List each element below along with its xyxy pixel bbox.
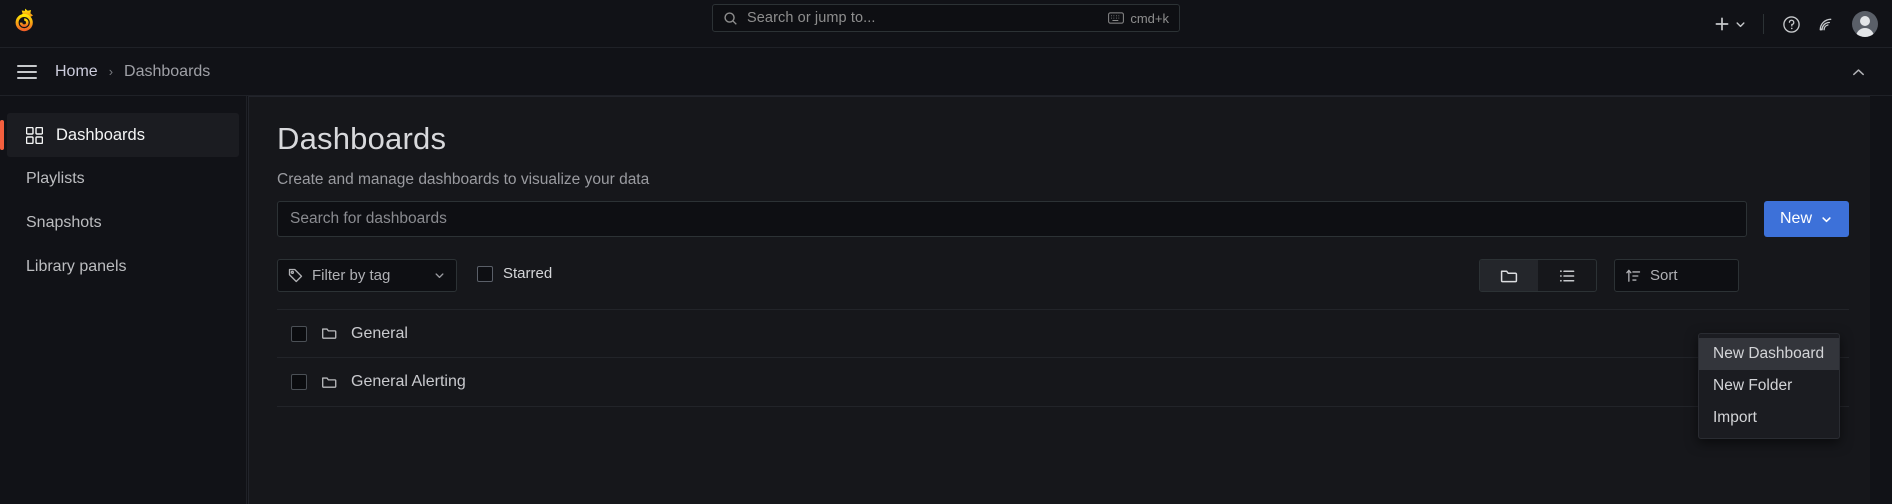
folder-icon xyxy=(321,325,338,342)
checkbox-box xyxy=(477,265,493,282)
apps-grid-icon xyxy=(26,126,43,144)
hamburger-menu-icon[interactable] xyxy=(10,55,44,89)
starred-filter-label: Starred xyxy=(503,265,553,282)
sidebar-item-label: Playlists xyxy=(26,170,85,187)
search-shortcut-label: cmd+k xyxy=(1130,10,1169,26)
keyboard-icon xyxy=(1108,12,1125,24)
menu-item-label: New Dashboard xyxy=(1713,345,1825,362)
search-input[interactable] xyxy=(277,201,1747,237)
grafana-dashboards-page: Search or jump to... cmd+k Home › Dashbo… xyxy=(0,0,1892,504)
grafana-logo-icon[interactable] xyxy=(7,3,43,39)
row-checkbox[interactable] xyxy=(291,374,307,390)
chevron-down-icon xyxy=(1734,18,1747,31)
create-new-button[interactable] xyxy=(1709,15,1753,33)
breadcrumb-item-home[interactable]: Home xyxy=(55,63,98,81)
chevron-down-icon xyxy=(1820,213,1833,226)
rss-feed-icon[interactable] xyxy=(1808,7,1842,41)
page-subtitle: Create and manage dashboards to visualiz… xyxy=(277,171,650,188)
toolbar-divider xyxy=(1763,14,1764,34)
chevron-up-icon[interactable] xyxy=(1846,60,1870,84)
tag-icon xyxy=(288,268,303,283)
top-bar-actions xyxy=(1709,0,1878,48)
search-shortcut-hint: cmd+k xyxy=(1108,11,1169,26)
tag-filter-label: Filter by tag xyxy=(312,267,391,284)
user-avatar-icon[interactable] xyxy=(1852,11,1878,37)
search-icon xyxy=(723,11,738,26)
sidebar-navigation: Dashboards Playlists Snapshots Library p… xyxy=(0,96,247,504)
view-mode-toggle xyxy=(1479,259,1597,292)
menu-item-import[interactable]: Import xyxy=(1699,402,1839,434)
table-row[interactable]: General Alerting xyxy=(277,358,1849,407)
dashboards-panel: Dashboards Create and manage dashboards … xyxy=(248,96,1870,504)
flat-list-view-icon[interactable] xyxy=(1538,260,1596,291)
sort-select[interactable]: Sort xyxy=(1614,259,1739,292)
folder-name: General xyxy=(351,324,408,342)
table-row[interactable]: General xyxy=(277,309,1849,358)
starred-filter-checkbox[interactable]: Starred xyxy=(477,265,552,282)
new-button[interactable]: New xyxy=(1763,201,1849,237)
breadcrumb-item-dashboards[interactable]: Dashboards xyxy=(124,63,210,81)
sidebar-item-dashboards[interactable]: Dashboards xyxy=(0,113,239,157)
folder-icon xyxy=(321,374,338,391)
breadcrumb-bar: Home › Dashboards xyxy=(0,48,1892,96)
page-title: Dashboards xyxy=(277,121,447,156)
global-search-placeholder: Search or jump to... xyxy=(747,10,876,26)
menu-item-label: New Folder xyxy=(1713,377,1793,394)
new-button-label: New xyxy=(1779,210,1812,227)
menu-item-label: Import xyxy=(1713,409,1757,426)
filter-row: Filter by tag Starred Sort xyxy=(277,259,1849,295)
chevron-down-icon xyxy=(433,269,446,282)
folder-name: General Alerting xyxy=(351,373,466,390)
help-circle-icon[interactable] xyxy=(1774,7,1808,41)
folder-view-icon[interactable] xyxy=(1480,260,1538,291)
tag-filter-select[interactable]: Filter by tag xyxy=(277,259,457,292)
menu-item-new-folder[interactable]: New Folder xyxy=(1699,370,1839,402)
sidebar-item-snapshots[interactable]: Snapshots xyxy=(7,201,239,245)
sort-label: Sort xyxy=(1650,267,1678,284)
new-dropdown-menu: New Dashboard New Folder Import xyxy=(1698,333,1840,439)
menu-item-new-dashboard[interactable]: New Dashboard xyxy=(1699,338,1839,370)
search-and-new-row: New xyxy=(277,201,1849,237)
dashboard-folder-list: General General Alerting xyxy=(277,309,1849,407)
sidebar-item-label: Dashboards xyxy=(56,125,145,144)
sidebar-item-label: Library panels xyxy=(26,258,127,275)
sidebar-item-playlists[interactable]: Playlists xyxy=(7,157,239,201)
global-search-bar[interactable]: Search or jump to... cmd+k xyxy=(712,4,1180,32)
row-checkbox[interactable] xyxy=(291,325,307,342)
top-navigation-bar: Search or jump to... cmd+k xyxy=(0,0,1892,48)
breadcrumb-separator: › xyxy=(108,64,114,79)
breadcrumb: Home › Dashboards xyxy=(55,63,210,81)
sort-ascending-icon xyxy=(1625,268,1641,284)
sidebar-item-library-panels[interactable]: Library panels xyxy=(7,245,239,289)
plus-icon xyxy=(1713,15,1731,33)
main-content: Dashboards Create and manage dashboards … xyxy=(248,96,1892,504)
sidebar-item-label: Snapshots xyxy=(26,214,102,231)
